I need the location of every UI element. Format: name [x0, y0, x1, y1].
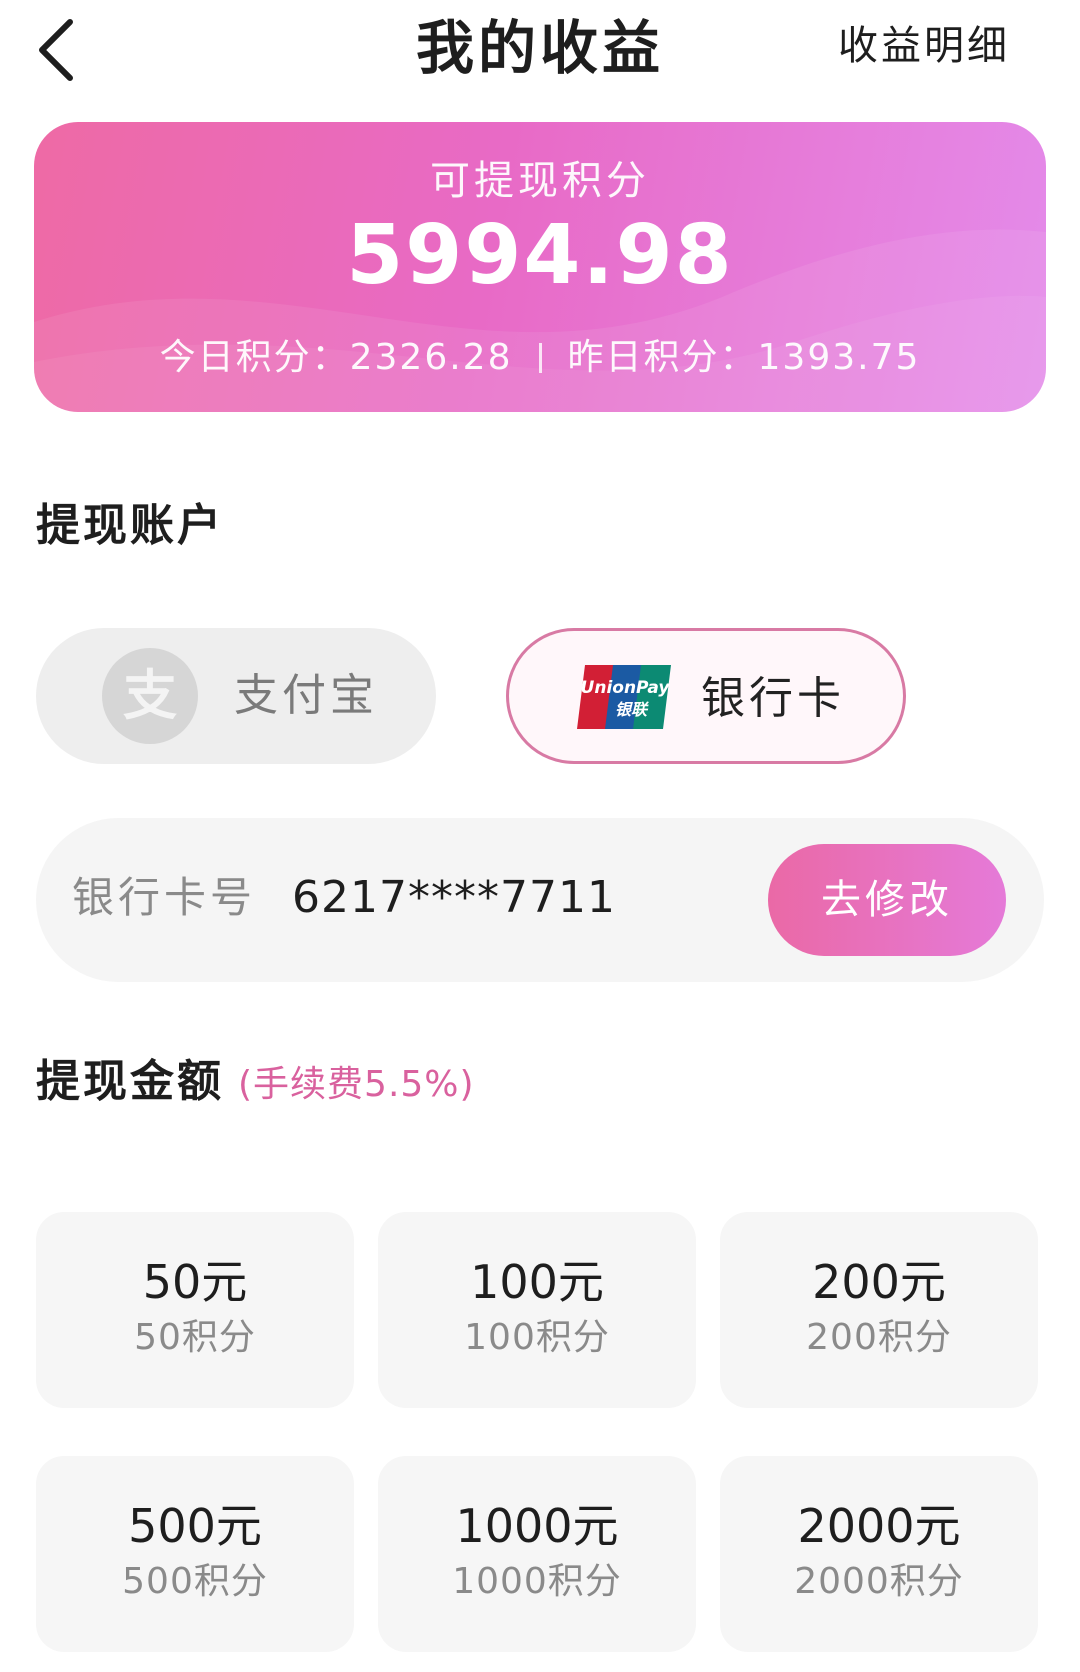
- account-option-label: 支付宝: [234, 670, 378, 721]
- bank-card-number: 6217****7711: [292, 872, 616, 923]
- amount-option-2000[interactable]: 2000元 2000积分: [720, 1456, 1038, 1652]
- amount-option-100[interactable]: 100元 100积分: [378, 1212, 696, 1408]
- account-option-bank-card[interactable]: UnionPay 银联 银行卡: [506, 628, 906, 764]
- amount-value: 500元: [128, 1499, 262, 1553]
- amount-value: 1000元: [455, 1499, 619, 1553]
- yesterday-points-value: 1393.75: [757, 337, 921, 378]
- earnings-detail-link[interactable]: 收益明细: [838, 16, 1010, 76]
- withdraw-amount-label: 提现金额: [36, 1056, 224, 1107]
- amount-points: 500积分: [122, 1561, 268, 1602]
- account-option-alipay[interactable]: 支 支付宝: [36, 628, 436, 764]
- amount-points: 50积分: [134, 1317, 256, 1358]
- alipay-glyph: 支: [123, 664, 177, 727]
- amount-option-500[interactable]: 500元 500积分: [36, 1456, 354, 1652]
- amount-value: 50元: [142, 1255, 248, 1309]
- withdraw-amount-title: 提现金额 (手续费5.5%): [36, 1050, 475, 1117]
- balance-card: 可提现积分 5994.98 今日积分：2326.28 昨日积分：1393.75: [34, 122, 1046, 412]
- account-option-label: 银行卡: [701, 673, 845, 724]
- amount-option-50[interactable]: 50元 50积分: [36, 1212, 354, 1408]
- modify-card-button[interactable]: 去修改: [768, 844, 1006, 956]
- bank-card-row: 银行卡号 6217****7711 去修改: [36, 818, 1044, 982]
- amount-value: 2000元: [797, 1499, 961, 1553]
- amount-option-200[interactable]: 200元 200积分: [720, 1212, 1038, 1408]
- amount-value: 100元: [470, 1255, 604, 1309]
- yesterday-points-label: 昨日积分：: [567, 337, 758, 378]
- amount-points: 1000积分: [452, 1561, 622, 1602]
- unionpay-chinese-wordmark: 银联: [615, 700, 649, 719]
- fee-note: (手续费5.5%): [238, 1064, 475, 1105]
- today-points-value: 2326.28: [349, 337, 513, 378]
- summary-divider: [538, 343, 542, 373]
- alipay-icon: 支: [102, 648, 198, 744]
- withdraw-account-title: 提现账户: [36, 500, 224, 551]
- unionpay-icon: UnionPay 银联: [577, 665, 671, 729]
- withdrawable-points-label: 可提现积分: [430, 158, 650, 204]
- amount-points: 2000积分: [794, 1561, 964, 1602]
- withdrawable-points-value: 5994.98: [346, 208, 734, 303]
- amount-points: 100积分: [464, 1317, 610, 1358]
- amount-points: 200积分: [806, 1317, 952, 1358]
- header-bar: 我的收益 收益明细: [0, 0, 1080, 100]
- today-points-label: 今日积分：: [159, 337, 350, 378]
- unionpay-wordmark: UnionPay: [581, 678, 671, 698]
- bank-card-label: 银行卡号: [72, 873, 257, 922]
- points-summary: 今日积分：2326.28 昨日积分：1393.75: [34, 328, 1046, 380]
- amount-option-1000[interactable]: 1000元 1000积分: [378, 1456, 696, 1652]
- amount-value: 200元: [812, 1255, 946, 1309]
